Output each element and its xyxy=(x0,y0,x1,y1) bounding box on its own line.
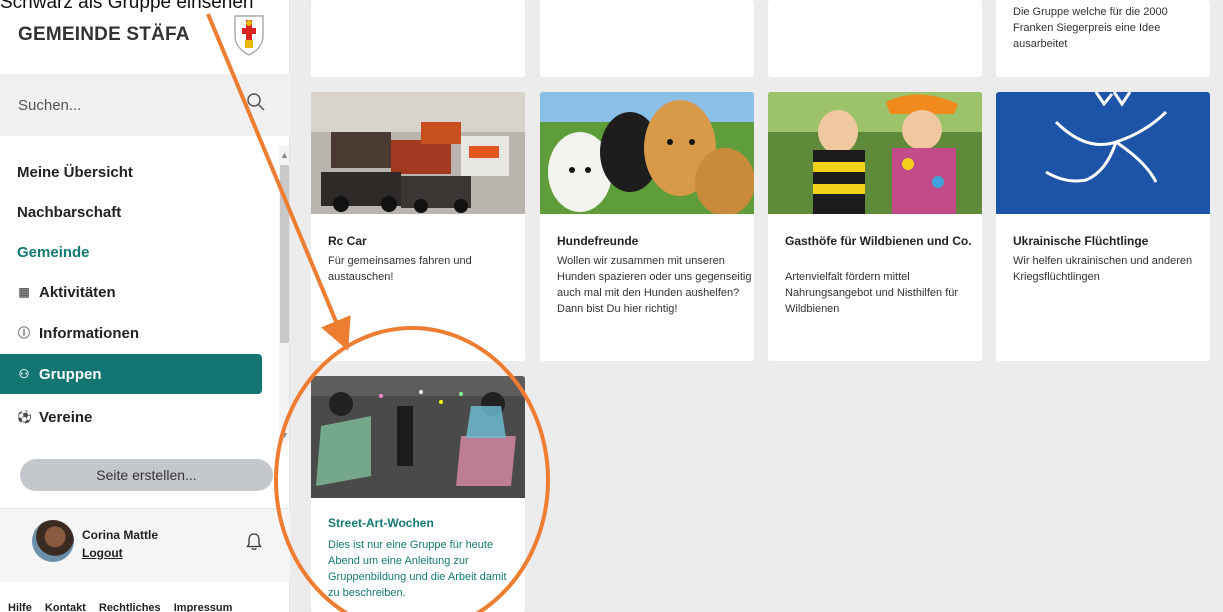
footer-legal-link[interactable]: Rechtliches xyxy=(99,602,161,612)
avatar[interactable] xyxy=(32,520,74,562)
card-image xyxy=(311,376,525,498)
nav-community[interactable]: Gemeinde xyxy=(0,232,262,272)
nav-my-overview[interactable]: Meine Übersicht xyxy=(0,152,262,192)
logout-link[interactable]: Logout xyxy=(82,546,123,560)
bell-icon[interactable] xyxy=(246,533,262,551)
nav-activities-label: Aktivitäten xyxy=(39,283,116,301)
card-description: Für gemeinsames fahren und austauschen! xyxy=(328,255,472,283)
group-card[interactable] xyxy=(311,0,525,77)
card-description: Artenvielfalt fördern mittel Nahrungsang… xyxy=(785,271,959,315)
brand-title[interactable]: GEMEINDE STÄFA xyxy=(18,24,190,46)
grid-icon: ▦ xyxy=(18,285,30,299)
annotation-caption: Schwarz als Gruppe einsehen xyxy=(0,0,254,13)
footer-links: Hilfe Kontakt Rechtliches Impressum xyxy=(8,602,242,612)
nav-activities[interactable]: ▦ Aktivitäten xyxy=(0,272,262,312)
user-name: Corina Mattle xyxy=(82,528,159,542)
card-title: Gasthöfe für Wildbienen und Co. xyxy=(785,234,972,248)
nav-neighborhood[interactable]: Nachbarschaft xyxy=(0,192,262,232)
nav-groups-label: Gruppen xyxy=(39,365,102,383)
card-image xyxy=(996,92,1210,214)
nav-clubs-label: Vereine xyxy=(39,408,93,426)
footer-help-link[interactable]: Hilfe xyxy=(8,602,32,612)
scroll-down-icon[interactable]: ▼ xyxy=(280,430,289,440)
nav-groups[interactable]: ⚇ Gruppen xyxy=(0,354,262,394)
card-title: Rc Car xyxy=(328,234,367,248)
crest-icon xyxy=(234,15,264,56)
nav-information-label: Informationen xyxy=(39,324,139,342)
group-card-hundefreunde[interactable]: Hundefreunde Wollen wir zusammen mit uns… xyxy=(540,92,754,361)
card-description: Dies ist nur eine Gruppe für heute Abend… xyxy=(328,539,507,599)
scroll-up-icon[interactable]: ▲ xyxy=(280,150,289,160)
group-card-gasthoefe[interactable]: Gasthöfe für Wildbienen und Co. Artenvie… xyxy=(768,92,982,361)
card-title: Hundefreunde xyxy=(557,234,639,248)
card-image xyxy=(768,92,982,214)
card-description: Die Gruppe welche für die 2000 Franken S… xyxy=(1013,6,1168,50)
card-title: Ukrainische Flüchtlinge xyxy=(1013,234,1149,248)
card-title: Street-Art-Wochen xyxy=(328,516,434,530)
group-card[interactable]: Die Gruppe welche für die 2000 Franken S… xyxy=(996,0,1210,77)
scrollbar-thumb[interactable] xyxy=(280,165,289,343)
card-description: Wollen wir zusammen mit unseren Hunden s… xyxy=(557,255,752,315)
card-description: Wir helfen ukrainischen und anderen Krie… xyxy=(1013,255,1193,283)
group-card-rc-car[interactable]: Rc Car Für gemeinsames fahren und austau… xyxy=(311,92,525,361)
create-page-button[interactable]: Seite erstellen... xyxy=(20,459,273,491)
people-icon: ⚇ xyxy=(18,367,30,381)
nav-information[interactable]: ⓘ Informationen xyxy=(0,313,262,353)
group-card[interactable] xyxy=(540,0,754,77)
group-card-street-art[interactable]: Street-Art-Wochen Dies ist nur eine Grup… xyxy=(311,376,525,612)
football-icon: ⚽ xyxy=(17,410,32,424)
nav-clubs[interactable]: ⚽ Vereine xyxy=(0,397,262,437)
footer-imprint-link[interactable]: Impressum xyxy=(174,602,233,612)
group-card[interactable] xyxy=(768,0,982,77)
search-icon[interactable] xyxy=(246,92,266,112)
group-card-ukraine[interactable]: Ukrainische Flüchtlinge Wir helfen ukrai… xyxy=(996,92,1210,361)
sidebar: Schwarz als Gruppe einsehen GEMEINDE STÄ… xyxy=(0,0,290,612)
card-image xyxy=(311,92,525,214)
card-image xyxy=(540,92,754,214)
search-input[interactable] xyxy=(18,93,228,117)
footer-contact-link[interactable]: Kontakt xyxy=(45,602,86,612)
info-icon: ⓘ xyxy=(17,326,30,340)
